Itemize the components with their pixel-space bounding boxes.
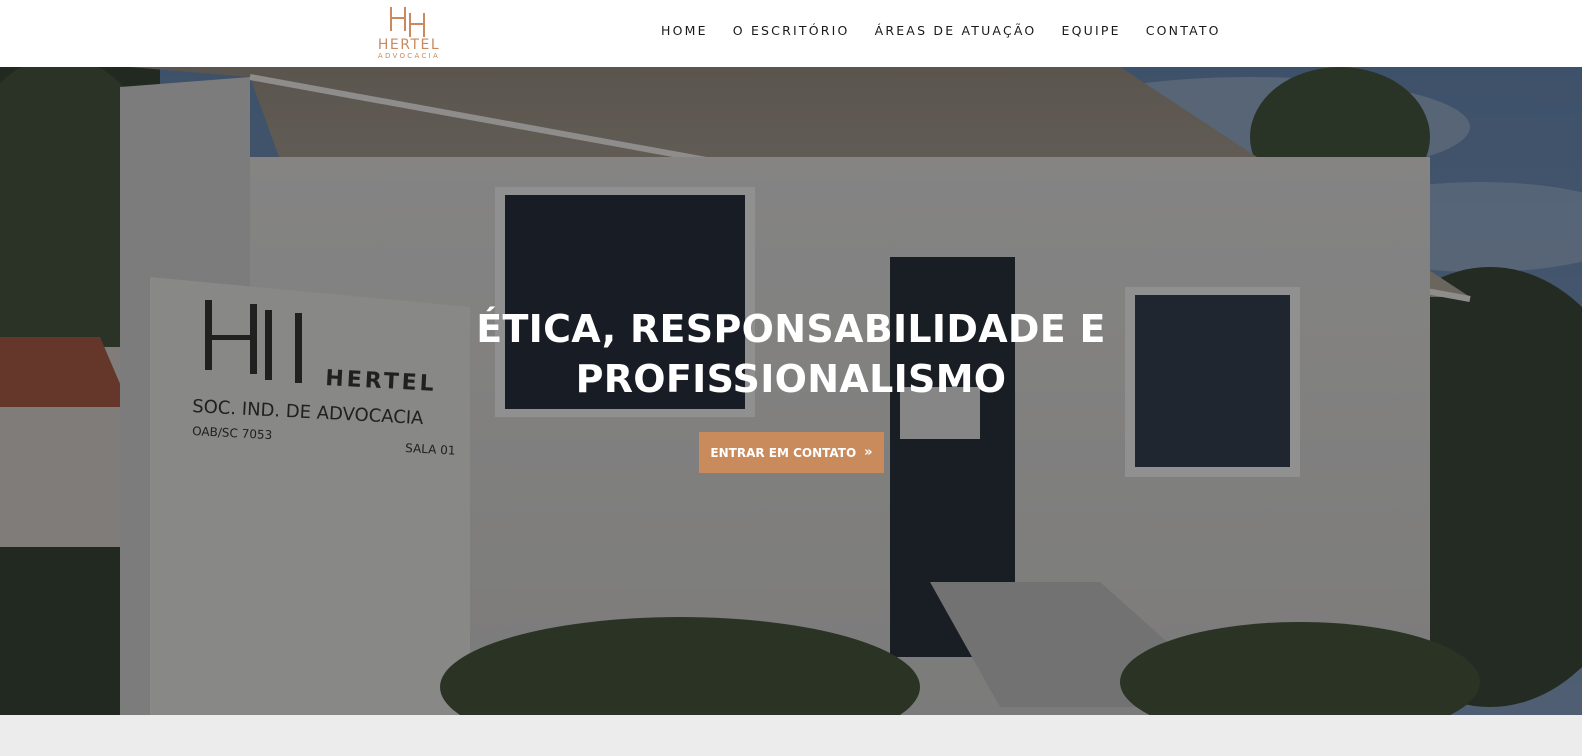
contact-cta-button[interactable]: ENTRAR EM CONTATO »	[699, 432, 884, 473]
logo-hh-mark	[390, 7, 425, 37]
nav-equipe[interactable]: EQUIPE	[1061, 22, 1120, 40]
main-nav: HOME O ESCRITÓRIO ÁREAS DE ATUAÇÃO EQUIP…	[661, 22, 1221, 40]
double-chevron-right-icon: »	[864, 445, 873, 460]
logo-name: HERTEL	[377, 37, 441, 53]
nav-contato[interactable]: CONTATO	[1146, 22, 1221, 40]
contact-cta-label: ENTRAR EM CONTATO	[710, 445, 857, 460]
hero-headline-line-2: PROFISSIONALISMO	[575, 357, 1007, 401]
nav-areas-de-atuacao[interactable]: ÁREAS DE ATUAÇÃO	[875, 22, 1037, 40]
nav-o-escritorio[interactable]: O ESCRITÓRIO	[733, 22, 850, 40]
hero-headline-line-1: ÉTICA, RESPONSABILIDADE E	[476, 307, 1106, 351]
logo-subtitle: ADVOCACIA	[377, 52, 441, 60]
nav-home[interactable]: HOME	[661, 22, 708, 40]
site-header: HERTEL ADVOCACIA HOME O ESCRITÓRIO ÁREAS…	[0, 0, 1582, 67]
next-section-band	[0, 715, 1582, 756]
site-logo[interactable]: HERTEL ADVOCACIA	[370, 5, 448, 61]
hero-section: HERTEL SOC. IND. DE ADVOCACIA OAB/SC 705…	[0, 67, 1582, 715]
hero-headline: ÉTICA, RESPONSABILIDADE E PROFISSIONALIS…	[391, 304, 1191, 404]
